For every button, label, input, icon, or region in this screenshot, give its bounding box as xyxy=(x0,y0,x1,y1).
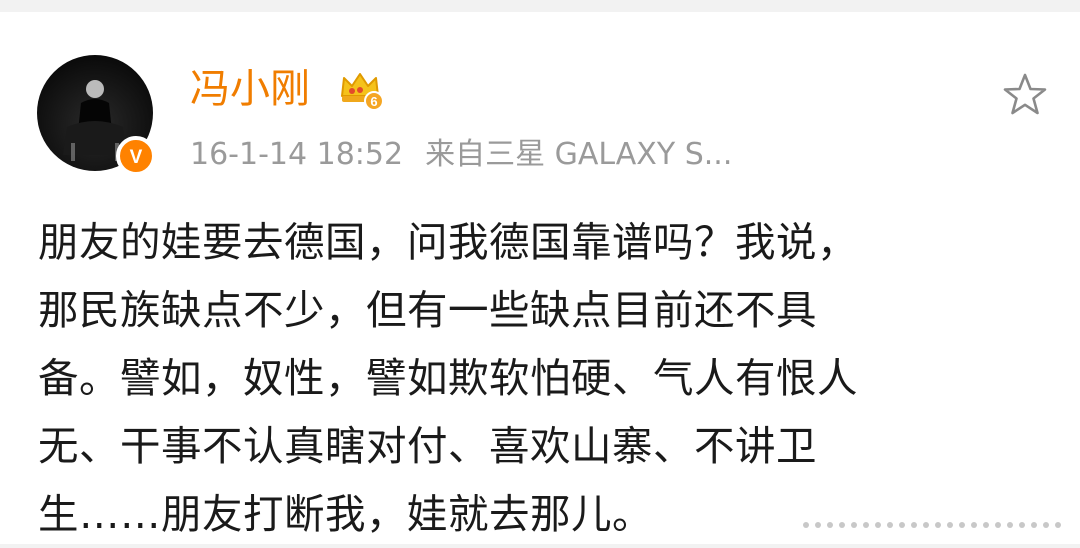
post-meta: 16-1-14 18:52 来自三星 GALAXY S... xyxy=(190,135,732,175)
star-icon[interactable] xyxy=(1000,70,1050,120)
timestamp: 16-1-14 18:52 xyxy=(190,137,404,172)
post-text-line: 备。譬如，奴性，譬如欺软怕硬、气人有恨人 xyxy=(38,354,858,402)
post-text: 朋友的娃要去德国，问我德国靠谱吗？我说， 那民族缺点不少，但有一些缺点目前还不具… xyxy=(38,208,1048,548)
post-source[interactable]: 来自三星 GALAXY S... xyxy=(425,137,732,172)
post-text-line: 无、干事不认真瞎对付、喜欢山寨、不讲卫 xyxy=(38,422,817,470)
crown-icon[interactable]: 6 xyxy=(338,66,384,112)
verified-badge-icon: V xyxy=(116,136,156,176)
username[interactable]: 冯小刚 xyxy=(190,64,310,114)
post-text-line: 生……朋友打断我，娃就去那儿。 xyxy=(38,490,653,538)
post-text-line: 朋友的娃要去德国，问我德国靠谱吗？我说， xyxy=(38,218,858,266)
svg-text:V: V xyxy=(130,147,143,168)
svg-text:6: 6 xyxy=(370,94,377,109)
post-text-line: 那民族缺点不少，但有一些缺点目前还不具 xyxy=(38,286,817,334)
watermark-dots xyxy=(800,517,1070,531)
weibo-post-card: V 冯小刚 6 16-1-14 18:52 来自三星 GALAXY S... 朋友… xyxy=(0,12,1080,544)
